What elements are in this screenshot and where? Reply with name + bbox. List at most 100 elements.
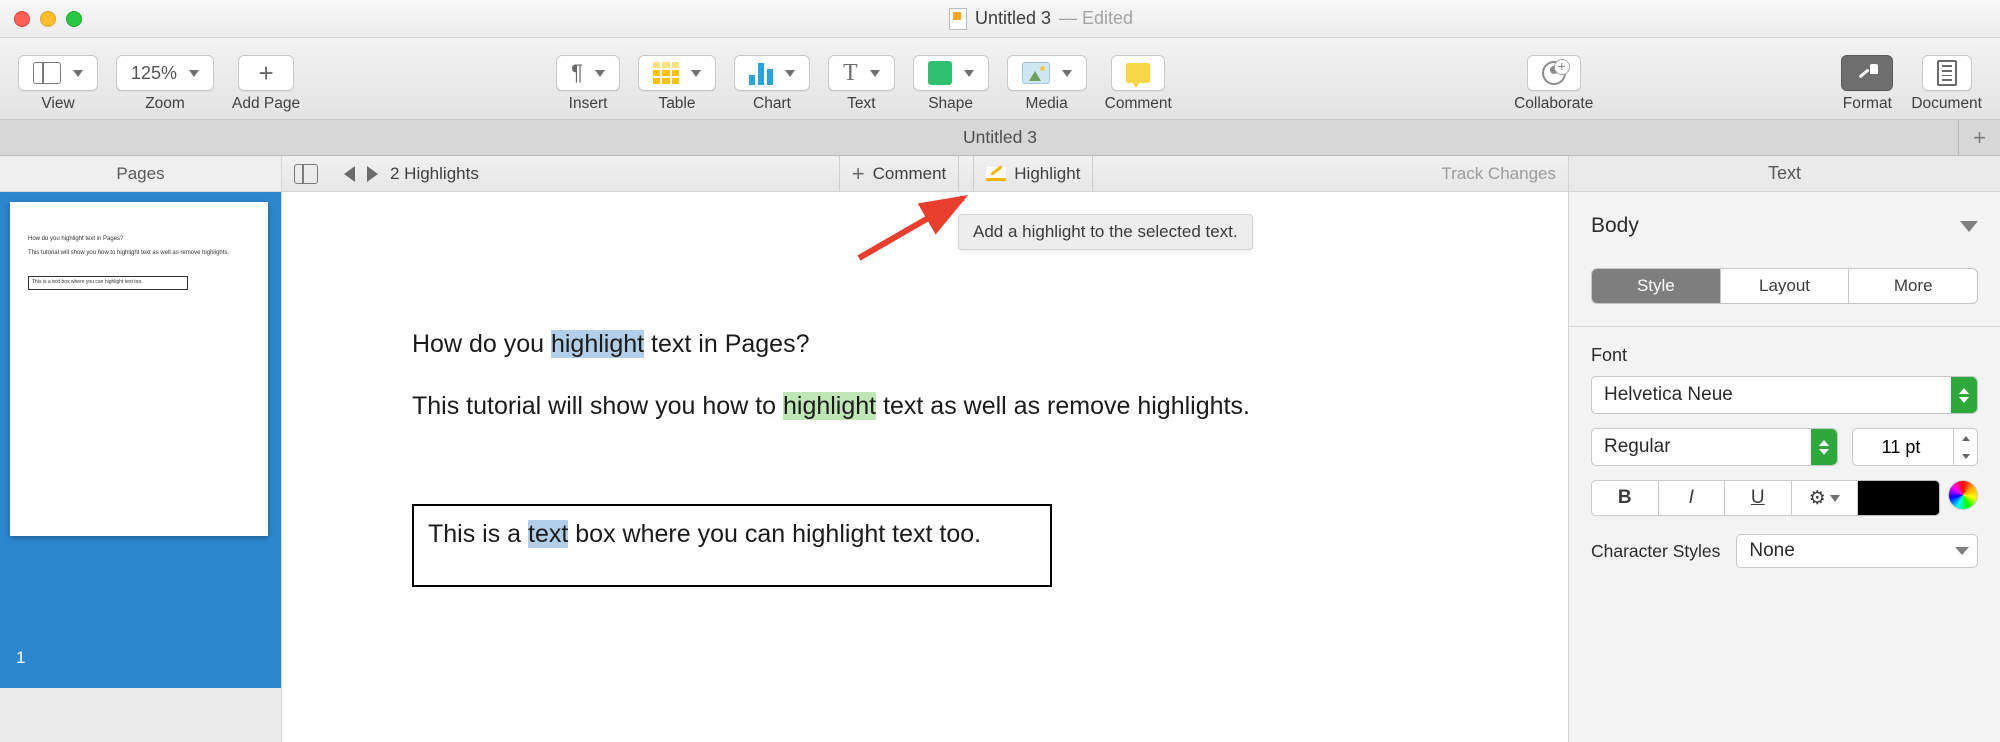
pilcrow-icon: ¶ (571, 60, 583, 86)
add-comment-button[interactable]: + Comment (839, 156, 960, 191)
pages-sidebar: Pages How do you highlight text in Pages… (0, 156, 282, 742)
media-icon (1022, 62, 1050, 84)
paragraph-2[interactable]: This tutorial will show you how to highl… (412, 390, 1438, 424)
chevron-down-icon (1955, 547, 1969, 555)
chevron-down-icon (785, 70, 795, 77)
subtab-more[interactable]: More (1848, 269, 1977, 303)
chevron-down-icon (691, 70, 701, 77)
add-highlight-button[interactable]: Highlight (973, 156, 1093, 191)
plus-icon: + (852, 161, 865, 187)
toolbar: View 125% Zoom + Add Page ¶ Insert Table… (0, 38, 2000, 120)
character-styles-value: None (1749, 540, 1794, 562)
divider (1569, 326, 2000, 327)
toggle-navigator-button[interactable] (294, 164, 318, 184)
stepper-arrows-icon (1811, 429, 1837, 465)
paragraph-style-selector[interactable]: Body (1591, 214, 1978, 238)
sidebar-footer (0, 688, 281, 742)
highlights-count: 2 Highlights (390, 164, 479, 184)
character-styles-select[interactable]: None (1736, 534, 1978, 568)
underline-button[interactable]: U (1725, 480, 1792, 516)
color-picker-button[interactable] (1948, 480, 1978, 510)
view-button[interactable] (18, 55, 98, 91)
text-button[interactable]: T (828, 55, 895, 91)
collaborate-icon (1542, 61, 1566, 85)
plus-icon: + (259, 58, 274, 89)
add-page-label: Add Page (232, 95, 300, 113)
main-area: Pages How do you highlight text in Pages… (0, 156, 2000, 742)
paragraph-style-value: Body (1591, 214, 1639, 238)
prev-highlight-button[interactable] (344, 166, 355, 182)
document-tabbar: Untitled 3 + (0, 120, 2000, 156)
comment-label: Comment (1105, 95, 1172, 113)
text-box[interactable]: This is a text box where you can highlig… (412, 504, 1052, 588)
edited-indicator: — Edited (1059, 8, 1133, 29)
comment-button[interactable] (1111, 55, 1165, 91)
collaborate-button[interactable] (1527, 55, 1581, 91)
media-button[interactable] (1007, 55, 1087, 91)
text-options-button[interactable]: ⚙ (1792, 480, 1859, 516)
plus-icon: + (1973, 125, 1986, 151)
font-family-select[interactable]: Helvetica Neue (1591, 376, 1978, 414)
table-button[interactable] (638, 55, 716, 91)
document-page[interactable]: How do you highlight text in Pages? This… (282, 192, 1568, 587)
comment-icon (1126, 63, 1150, 83)
chevron-down-icon (73, 70, 83, 77)
highlighted-text[interactable]: highlight (783, 392, 876, 420)
chart-button[interactable] (734, 55, 810, 91)
text-label: Text (847, 95, 875, 113)
sidebar-view-icon (33, 62, 61, 84)
add-page-button[interactable]: + (238, 55, 294, 91)
font-family-value: Helvetica Neue (1604, 384, 1733, 406)
review-toolbar: 2 Highlights + Comment Highlight Track C… (282, 156, 1568, 192)
paragraph-1[interactable]: How do you highlight text in Pages? (412, 328, 1438, 362)
shape-button[interactable] (913, 55, 989, 91)
highlight-tooltip: Add a highlight to the selected text. (958, 214, 1253, 250)
zoom-button[interactable]: 125% (116, 55, 214, 91)
format-button[interactable] (1841, 55, 1893, 91)
bold-button[interactable]: B (1591, 480, 1659, 516)
track-changes-button[interactable]: Track Changes (1441, 164, 1556, 184)
comment-action-label: Comment (873, 164, 947, 184)
highlight-action-label: Highlight (1014, 164, 1080, 184)
close-window-button[interactable] (14, 11, 30, 27)
selected-text[interactable]: text (528, 520, 568, 548)
stepper-arrows-icon (1951, 377, 1977, 413)
chevron-down-icon (964, 70, 974, 77)
tab-untitled-3[interactable]: Untitled 3 (963, 127, 1037, 148)
character-styles-label: Character Styles (1591, 541, 1720, 562)
media-label: Media (1026, 95, 1068, 113)
highlighted-text[interactable]: highlight (551, 330, 644, 358)
chevron-down-icon (189, 70, 199, 77)
stepper-arrows-icon (1953, 429, 1977, 465)
paintbrush-icon (1856, 62, 1878, 84)
add-tab-button[interactable]: + (1958, 120, 2000, 155)
font-section-label: Font (1591, 345, 1978, 366)
titlebar: Untitled 3 — Edited (0, 0, 2000, 38)
next-highlight-button[interactable] (367, 166, 378, 182)
gear-icon: ⚙ (1809, 487, 1826, 510)
font-weight-value: Regular (1604, 436, 1671, 458)
subtab-style[interactable]: Style (1592, 269, 1720, 303)
document-button[interactable] (1922, 55, 1972, 91)
insert-button[interactable]: ¶ (556, 55, 620, 91)
format-inspector: Text Body Style Layout More Font Helveti… (1568, 156, 2000, 742)
format-label: Format (1843, 95, 1892, 113)
shape-label: Shape (928, 95, 973, 113)
chart-icon (749, 61, 773, 85)
inspector-tab-text[interactable]: Text (1569, 156, 2000, 192)
text-icon: T (843, 60, 858, 87)
table-label: Table (658, 95, 695, 113)
document-area: 2 Highlights + Comment Highlight Track C… (282, 156, 1568, 742)
maximize-window-button[interactable] (66, 11, 82, 27)
document-name: Untitled 3 (975, 8, 1051, 29)
font-size-stepper[interactable]: 11 pt (1852, 428, 1978, 466)
minimize-window-button[interactable] (40, 11, 56, 27)
shape-icon (928, 61, 952, 85)
text-color-well[interactable] (1858, 480, 1940, 516)
font-weight-select[interactable]: Regular (1591, 428, 1838, 466)
italic-button[interactable]: I (1659, 480, 1726, 516)
subtab-layout[interactable]: Layout (1720, 269, 1849, 303)
collaborate-label: Collaborate (1514, 95, 1593, 113)
page-thumbnail-1[interactable]: How do you highlight text in Pages? This… (10, 202, 268, 536)
highlighter-icon (986, 167, 1006, 181)
